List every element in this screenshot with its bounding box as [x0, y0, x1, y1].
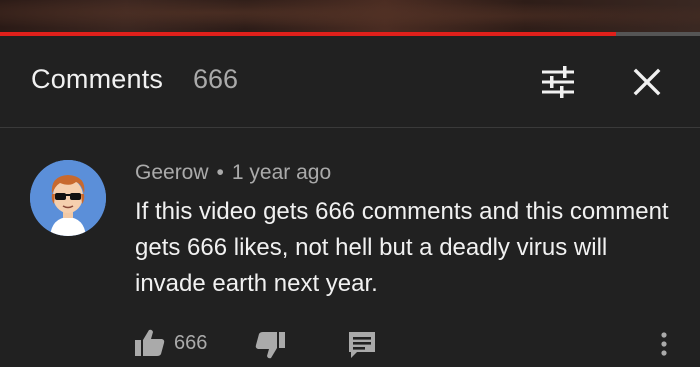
thumbs-up-icon[interactable] — [133, 326, 167, 360]
reply-icon[interactable] — [345, 328, 379, 362]
comment-author[interactable]: Geerow — [135, 161, 209, 184]
comment-item: Geerow • 1 year ago If this video gets 666… — [0, 128, 700, 367]
more-vertical-icon[interactable] — [654, 328, 674, 362]
comments-header: Comments 666 — [0, 36, 700, 128]
like-count: 666 — [174, 332, 208, 354]
sort-filter-icon[interactable] — [538, 62, 578, 102]
close-icon[interactable] — [627, 62, 667, 102]
comment-meta: Geerow • 1 year ago — [135, 161, 331, 185]
comments-panel: Comments 666 Geerow • 1 year ago If this… — [0, 0, 700, 367]
meta-separator: • — [216, 161, 224, 184]
comment-actions: 666 — [0, 326, 700, 364]
video-frame[interactable] — [0, 0, 700, 32]
comment-text: If this video gets 666 comments and this… — [135, 198, 669, 297]
avatar[interactable] — [30, 160, 106, 236]
comments-title: Comments — [31, 64, 164, 94]
comment-time: 1 year ago — [231, 161, 332, 184]
thumbs-down-icon[interactable] — [253, 328, 287, 362]
comments-count: 666 — [193, 64, 239, 94]
